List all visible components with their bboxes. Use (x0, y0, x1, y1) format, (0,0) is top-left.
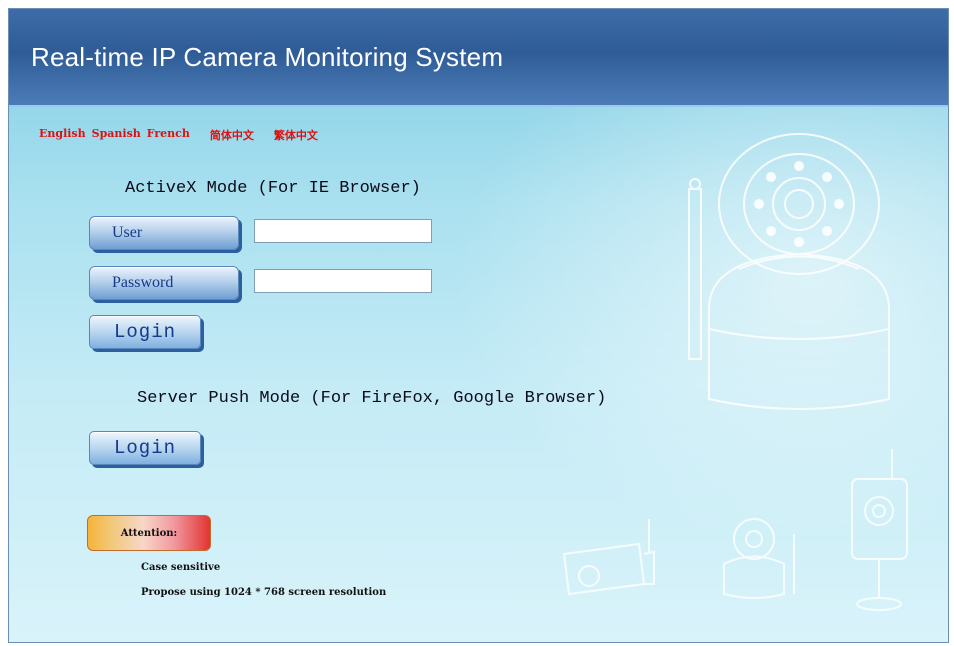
page-title: Real-time IP Camera Monitoring System (31, 42, 504, 72)
cube-camera-illustration (851, 449, 908, 611)
header-banner: Real-time IP Camera Monitoring System (9, 9, 948, 107)
activex-mode-title: ActiveX Mode (For IE Browser) (125, 179, 421, 198)
password-label: Password (89, 266, 239, 300)
user-input[interactable] (254, 219, 432, 243)
language-selector: English Spanish French 简体中文 繁体中文 (39, 127, 318, 143)
password-input[interactable] (254, 269, 432, 293)
language-link-french[interactable]: French (147, 127, 190, 143)
user-label: User (89, 216, 239, 250)
language-link-english[interactable]: English (39, 127, 86, 143)
attention-note-case-sensitive: Case sensitive (141, 562, 221, 573)
language-link-simplified-chinese[interactable]: 简体中文 (210, 127, 254, 143)
language-link-spanish[interactable]: Spanish (92, 127, 141, 143)
attention-note-resolution: Propose using 1024 * 768 screen resoluti… (141, 587, 387, 598)
server-push-login-button[interactable]: Login (89, 431, 201, 465)
attention-badge: Attention: (87, 515, 211, 551)
bullet-camera-illustration (562, 519, 655, 596)
server-push-mode-title: Server Push Mode (For FireFox, Google Br… (137, 389, 607, 408)
ptz-camera-illustration (688, 133, 890, 410)
small-ptz-camera-illustration (723, 518, 795, 599)
login-page: Real-time IP Camera Monitoring System En… (8, 8, 949, 643)
language-link-traditional-chinese[interactable]: 繁体中文 (274, 127, 318, 143)
activex-login-button[interactable]: Login (89, 315, 201, 349)
